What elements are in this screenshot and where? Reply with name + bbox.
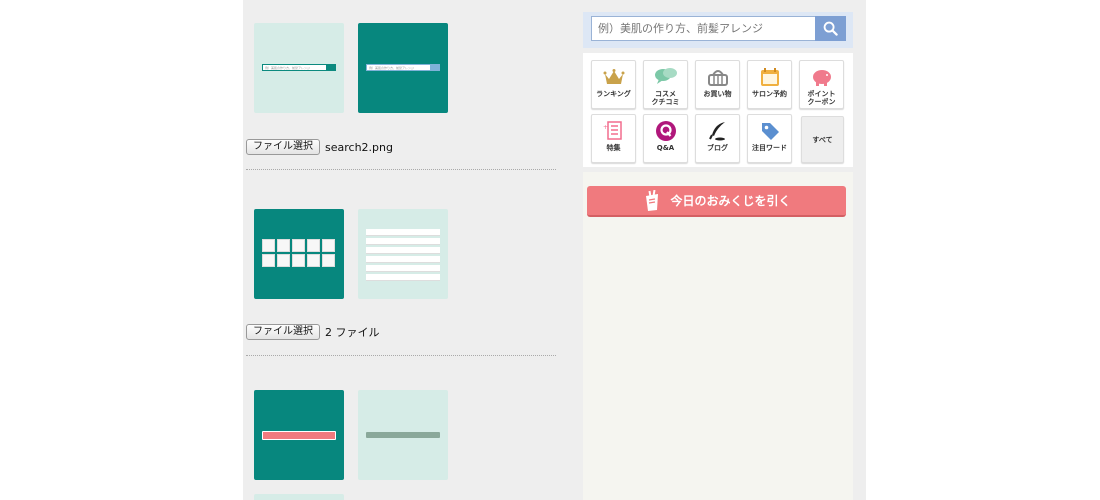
menu-item-label: 注目ワード xyxy=(752,144,787,152)
preview-thumbnail-list xyxy=(358,209,448,299)
omikuji-button[interactable]: 今日のおみくじを引く xyxy=(587,186,846,217)
menu-item-features[interactable]: + 特集 xyxy=(591,114,636,163)
menu-item-label: ブログ xyxy=(707,144,728,152)
search-input[interactable] xyxy=(591,16,816,41)
preview-thumbnail-search-light: 例）美肌の作り方、前髪アレンジ xyxy=(254,23,344,113)
menu-item-all[interactable]: すべて xyxy=(801,116,844,163)
omikuji-icon xyxy=(646,189,659,211)
mini-search-text: 例）美肌の作り方、前髪アレンジ xyxy=(369,66,415,70)
magazine-icon: + xyxy=(603,121,622,140)
preview-thumbnail-button-pink xyxy=(254,390,344,480)
page: 例）美肌の作り方、前髪アレンジ 例）美肌の作り方、前髪アレンジ ファイル選択 s… xyxy=(0,0,1100,500)
menu-item-shopping[interactable]: お買い物 xyxy=(695,60,740,109)
search-icon xyxy=(823,21,838,36)
qa-icon xyxy=(655,121,676,141)
mini-list xyxy=(366,229,440,283)
mini-omikuji-button xyxy=(262,431,336,440)
omikuji-label: 今日のおみくじを引く xyxy=(670,194,791,208)
crown-icon xyxy=(603,69,624,84)
menu-item-label: すべて xyxy=(812,135,833,144)
file-select-button[interactable]: ファイル選択 xyxy=(246,324,320,340)
file-input-row: ファイル選択 2 ファイル xyxy=(246,324,380,340)
search-box xyxy=(583,12,853,48)
shopping-basket-icon xyxy=(707,70,728,86)
preview-thumbnail-search-dark: 例）美肌の作り方、前髪アレンジ xyxy=(358,23,448,113)
upload-panel: 例）美肌の作り方、前髪アレンジ 例）美肌の作り方、前髪アレンジ ファイル選択 s… xyxy=(243,0,566,500)
piggy-bank-icon xyxy=(812,70,831,86)
menu-item-cosme-reviews[interactable]: コスメ クチコミ xyxy=(643,60,688,109)
calendar-icon xyxy=(760,68,779,86)
menu-item-blog[interactable]: ブログ xyxy=(695,114,740,163)
mini-search-text: 例）美肌の作り方、前髪アレンジ xyxy=(265,66,311,70)
menu-item-label: お買い物 xyxy=(703,90,732,98)
menu-item-label: コスメ クチコミ xyxy=(651,90,680,106)
file-status: 2 ファイル xyxy=(325,326,380,339)
preview-thumbnail-button-gray xyxy=(358,390,448,480)
mini-search-button xyxy=(430,65,439,70)
mini-menu-grid xyxy=(262,239,336,267)
preview-thumbnail-partial xyxy=(254,494,344,500)
file-select-button[interactable]: ファイル選択 xyxy=(246,139,320,155)
menu-item-label: ポイント クーポン xyxy=(807,90,836,106)
mini-search-button xyxy=(326,65,335,70)
mini-search-bar: 例）美肌の作り方、前髪アレンジ xyxy=(366,64,440,71)
menu-item-label: Q&A xyxy=(656,144,675,152)
menu-item-qa[interactable]: Q&A xyxy=(643,114,688,163)
svg-text:+: + xyxy=(603,124,608,131)
file-status: search2.png xyxy=(325,140,393,154)
menu-item-label: ランキング xyxy=(596,90,631,98)
mini-gray-button xyxy=(366,432,440,438)
pen-icon xyxy=(708,122,725,141)
speech-bubbles-icon xyxy=(654,68,677,84)
content-area xyxy=(583,172,853,500)
file-input-row: ファイル選択 search2.png xyxy=(246,139,393,155)
preview-thumbnail-menu-grid xyxy=(254,209,344,299)
search-button[interactable] xyxy=(815,16,846,41)
menu-item-label: サロン予約 xyxy=(752,90,787,98)
menu-item-ranking[interactable]: ランキング xyxy=(591,60,636,109)
mini-search-bar: 例）美肌の作り方、前髪アレンジ xyxy=(262,64,336,71)
menu-item-label: 特集 xyxy=(606,144,621,152)
menu-item-trending-words[interactable]: 注目ワード xyxy=(747,114,792,163)
tag-icon xyxy=(761,123,779,140)
divider xyxy=(246,355,556,356)
divider xyxy=(246,169,556,170)
menu-item-salon-booking[interactable]: サロン予約 xyxy=(747,60,792,109)
menu-item-points-coupon[interactable]: ポイント クーポン xyxy=(799,60,844,109)
